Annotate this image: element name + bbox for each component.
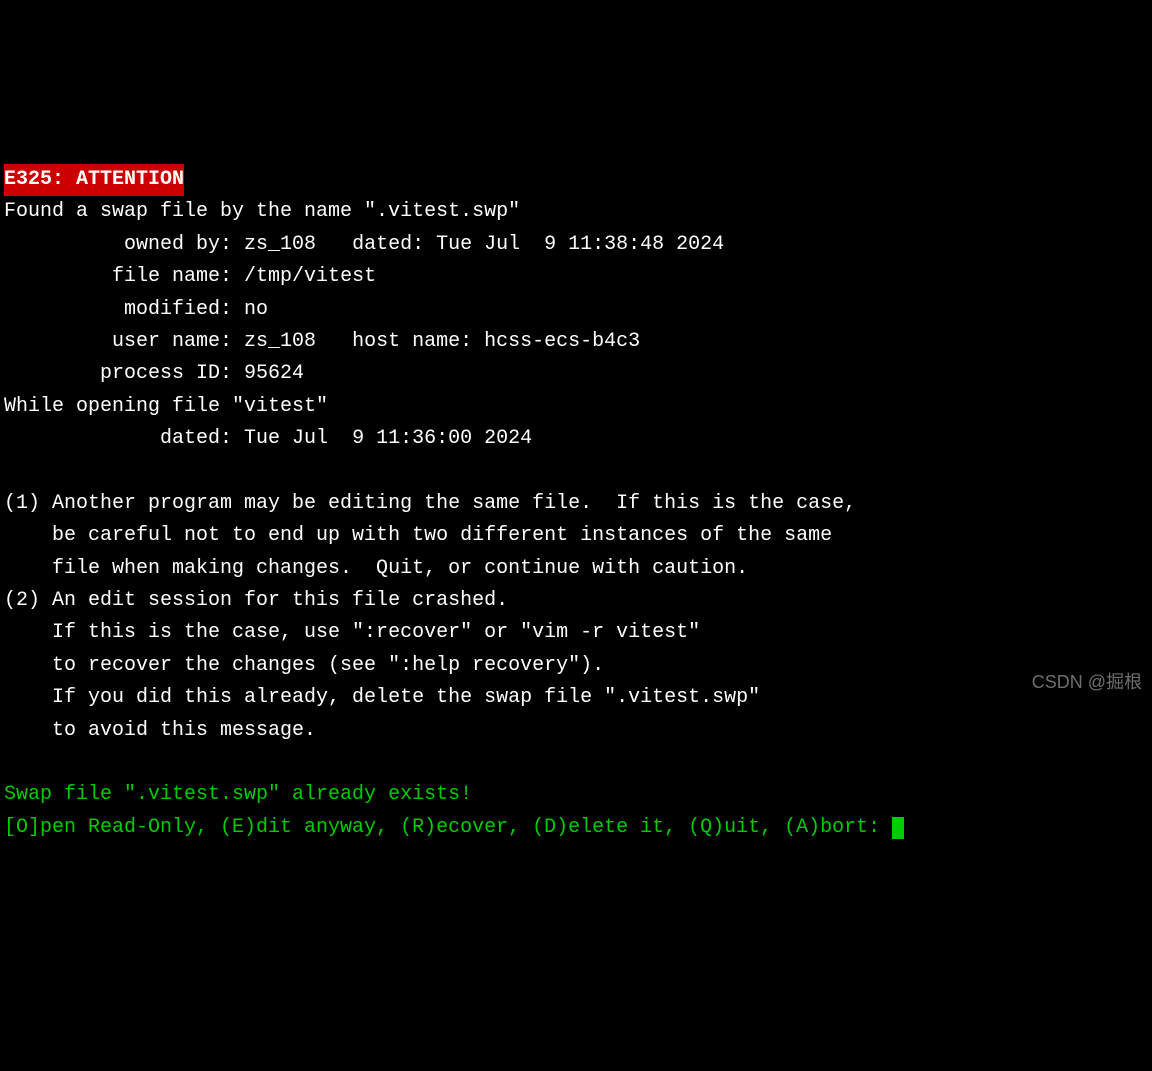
error-header: E325: ATTENTION [4,164,184,196]
user-name-value: zs_108 [244,330,316,353]
warning-line-8: to avoid this message. [4,719,316,742]
warning-line-7: If you did this already, delete the swap… [4,686,760,709]
opening-dated-value: Tue Jul 9 11:36:00 2024 [244,427,532,450]
warning-line-1: (1) Another program may be editing the s… [4,492,856,515]
pid-label: process ID: [4,362,244,385]
modified-label: modified: [4,298,244,321]
warning-line-6: to recover the changes (see ":help recov… [4,654,604,677]
swap-found-line: Found a swap file by the name ".vitest.s… [4,200,520,223]
warning-line-5: If this is the case, use ":recover" or "… [4,621,700,644]
swap-exists-message: Swap file ".vitest.swp" already exists! [4,783,472,806]
file-name-value: /tmp/vitest [244,265,376,288]
dated-value: Tue Jul 9 11:38:48 2024 [436,233,724,256]
warning-line-3: file when making changes. Quit, or conti… [4,557,748,580]
host-label: host name: [316,330,484,353]
warning-line-2: be careful not to end up with two differ… [4,524,832,547]
watermark-text: CSDN @掘根 [1032,668,1142,697]
dated-label: dated: [316,233,436,256]
opening-dated-label: dated: [4,427,244,450]
cursor-block [892,817,904,839]
opening-file-line: While opening file "vitest" [4,395,328,418]
host-value: hcss-ecs-b4c3 [484,330,640,353]
file-name-label: file name: [4,265,244,288]
owned-by-label: owned by: [4,233,244,256]
terminal-output: E325: ATTENTION Found a swap file by the… [0,130,1152,845]
owned-by-value: zs_108 [244,233,316,256]
vim-prompt-options[interactable]: [O]pen Read-Only, (E)dit anyway, (R)ecov… [4,816,892,839]
modified-value: no [244,298,268,321]
warning-line-4: (2) An edit session for this file crashe… [4,589,508,612]
user-name-label: user name: [4,330,244,353]
pid-value: 95624 [244,362,304,385]
